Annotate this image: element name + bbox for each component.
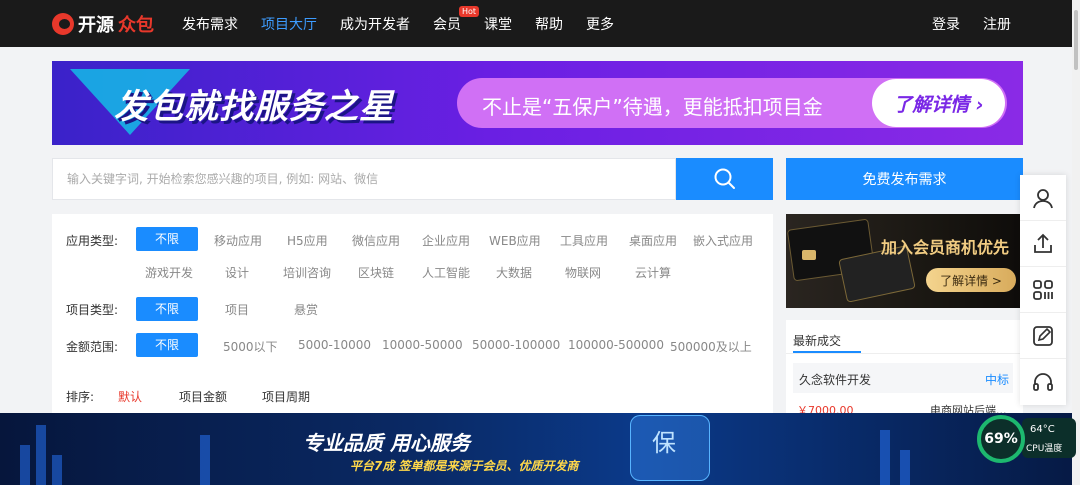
nav-item-become-developer[interactable]: 成为开发者 (340, 14, 410, 34)
filter-project-type-option[interactable]: 悬赏 (294, 301, 318, 318)
side-item-user[interactable] (1020, 175, 1066, 221)
banner-subtitle: 不止是“五保户”待遇，更能抵扣项目金 (482, 95, 823, 119)
side-toolbar (1020, 175, 1066, 405)
filter-amount-option[interactable]: 10000-50000 (382, 338, 463, 352)
deal-status: 中标 (984, 373, 1009, 387)
filter-app-type-option[interactable]: 移动应用 (214, 232, 262, 249)
filter-app-type-option[interactable]: WEB应用 (489, 232, 541, 249)
filter-project-type-any[interactable]: 不限 (136, 297, 198, 321)
filter-app-type-option[interactable]: 物联网 (565, 264, 601, 281)
nav-item-project-hall[interactable]: 项目大厅 (261, 14, 317, 34)
filter-app-type-option[interactable]: 工具应用 (560, 232, 608, 249)
bottom-ad-banner[interactable]: 专业品质 用心服务 平台7成 签单都是来源于会员、优质开发商 保 (0, 413, 1072, 485)
page-scrollbar[interactable] (1072, 0, 1080, 485)
decorative-building (900, 450, 910, 485)
site-logo[interactable]: 开源 众包 (52, 12, 154, 36)
filter-app-type-option[interactable]: 桌面应用 (629, 232, 677, 249)
user-icon (1033, 188, 1053, 208)
bottom-ad-subtitle: 平台7成 签单都是来源于会员、优质开发商 (350, 459, 579, 473)
logo-text-accent: 众包 (118, 15, 154, 36)
filter-app-type-option[interactable]: 培训咨询 (283, 264, 331, 281)
side-item-qrcode[interactable] (1020, 267, 1066, 313)
member-ad-title: 加入会员商机优先 (881, 238, 1010, 257)
login-link[interactable]: 登录 (932, 14, 960, 34)
nav-item-help[interactable]: 帮助 (535, 14, 563, 34)
search-button[interactable] (676, 158, 773, 200)
promo-banner[interactable]: 发包就找服务之星 不止是“五保户”待遇，更能抵扣项目金 了解详情 › (52, 61, 1023, 145)
cpu-temperature: 64°C (1030, 424, 1055, 435)
bottom-ad-title: 专业品质 用心服务 (303, 431, 470, 455)
filter-label-amount: 金额范围: (66, 340, 119, 354)
sort-option-default[interactable]: 默认 (118, 388, 142, 405)
filter-amount-option[interactable]: 5000-10000 (298, 338, 371, 352)
filter-amount-option[interactable]: 50000-100000 (472, 338, 560, 352)
register-link[interactable]: 注册 (983, 14, 1011, 34)
edit-icon (1033, 325, 1053, 346)
filter-label-app-type: 应用类型: (66, 234, 119, 248)
filter-app-type-any[interactable]: 不限 (136, 227, 198, 251)
filter-app-type-option[interactable]: 人工智能 (422, 264, 470, 281)
filter-amount-option[interactable]: 5000以下 (223, 338, 278, 355)
top-navbar: 开源 众包 发布需求 项目大厅 成为开发者 会员 Hot 课堂 帮助 更多 登录… (0, 0, 1080, 47)
deal-row[interactable]: 久念软件开发 中标 (793, 363, 1013, 393)
nav-item-publish[interactable]: 发布需求 (182, 14, 238, 34)
filter-app-type-option[interactable]: 云计算 (635, 264, 671, 281)
filter-app-type-option[interactable]: 企业应用 (422, 232, 470, 249)
free-publish-button[interactable]: 免费发布需求 (786, 158, 1023, 200)
cpu-usage-gauge[interactable]: 69% (977, 415, 1025, 463)
filter-app-type-option[interactable]: H5应用 (287, 232, 328, 249)
search-icon (714, 168, 735, 189)
member-details-button[interactable]: 了解详情 > (926, 268, 1016, 292)
banner-details-button[interactable]: 了解详情 › (872, 79, 1005, 127)
scrollbar-thumb[interactable] (1074, 10, 1078, 70)
card-chip-graphic (802, 250, 816, 260)
search-box (52, 158, 676, 200)
decorative-building (200, 435, 210, 485)
filter-app-type-option[interactable]: 设计 (225, 264, 249, 281)
qrcode-icon (1033, 279, 1053, 300)
sort-option-duration[interactable]: 项目周期 (262, 388, 310, 405)
filter-amount-option[interactable]: 500000及以上 (670, 338, 752, 355)
filter-app-type-option[interactable]: 大数据 (496, 264, 532, 281)
filter-app-type-option[interactable]: 游戏开发 (145, 264, 193, 281)
member-ad[interactable]: 加入会员商机优先 了解详情 > (786, 214, 1023, 308)
filter-app-type-option[interactable]: 嵌入式应用 (693, 232, 753, 249)
recent-deals-title: 最新成交 (793, 334, 842, 348)
filter-project-type-option[interactable]: 项目 (225, 301, 249, 318)
side-item-feedback[interactable] (1020, 313, 1066, 359)
filter-amount-option[interactable]: 100000-500000 (568, 338, 664, 352)
recent-deals-panel: 最新成交 久念软件开发 中标 ￥7000.00 电商网站后端... (786, 320, 1023, 424)
nav-item-membership[interactable]: 会员 (433, 14, 461, 34)
deal-name: 久念软件开发 (799, 373, 872, 387)
search-input[interactable] (67, 172, 661, 186)
logo-text-primary: 开源 (78, 15, 114, 36)
decorative-building (36, 425, 46, 485)
cpu-label: CPU温度 (1026, 444, 1063, 454)
decorative-building (880, 430, 890, 485)
filter-app-type-option[interactable]: 区块链 (358, 264, 394, 281)
sort-option-amount[interactable]: 项目金额 (179, 388, 227, 405)
share-icon (1034, 233, 1052, 253)
banner-title: 发包就找服务之星 (114, 87, 394, 127)
decorative-building (20, 445, 30, 485)
nav-item-more[interactable]: 更多 (586, 14, 614, 34)
filter-amount-any[interactable]: 不限 (136, 333, 198, 357)
headset-icon (1033, 373, 1053, 391)
filter-label-project-type: 项目类型: (66, 303, 119, 317)
side-item-support[interactable] (1020, 359, 1066, 405)
divider (786, 353, 1023, 354)
decorative-building (52, 455, 62, 485)
filter-app-type-option[interactable]: 微信应用 (352, 232, 400, 249)
side-item-share[interactable] (1020, 221, 1066, 267)
sort-label: 排序: (66, 390, 95, 404)
logo-icon (52, 13, 74, 35)
hot-badge: Hot (459, 6, 480, 17)
shield-label: 保 (652, 429, 676, 457)
nav-item-classroom[interactable]: 课堂 (484, 14, 512, 34)
